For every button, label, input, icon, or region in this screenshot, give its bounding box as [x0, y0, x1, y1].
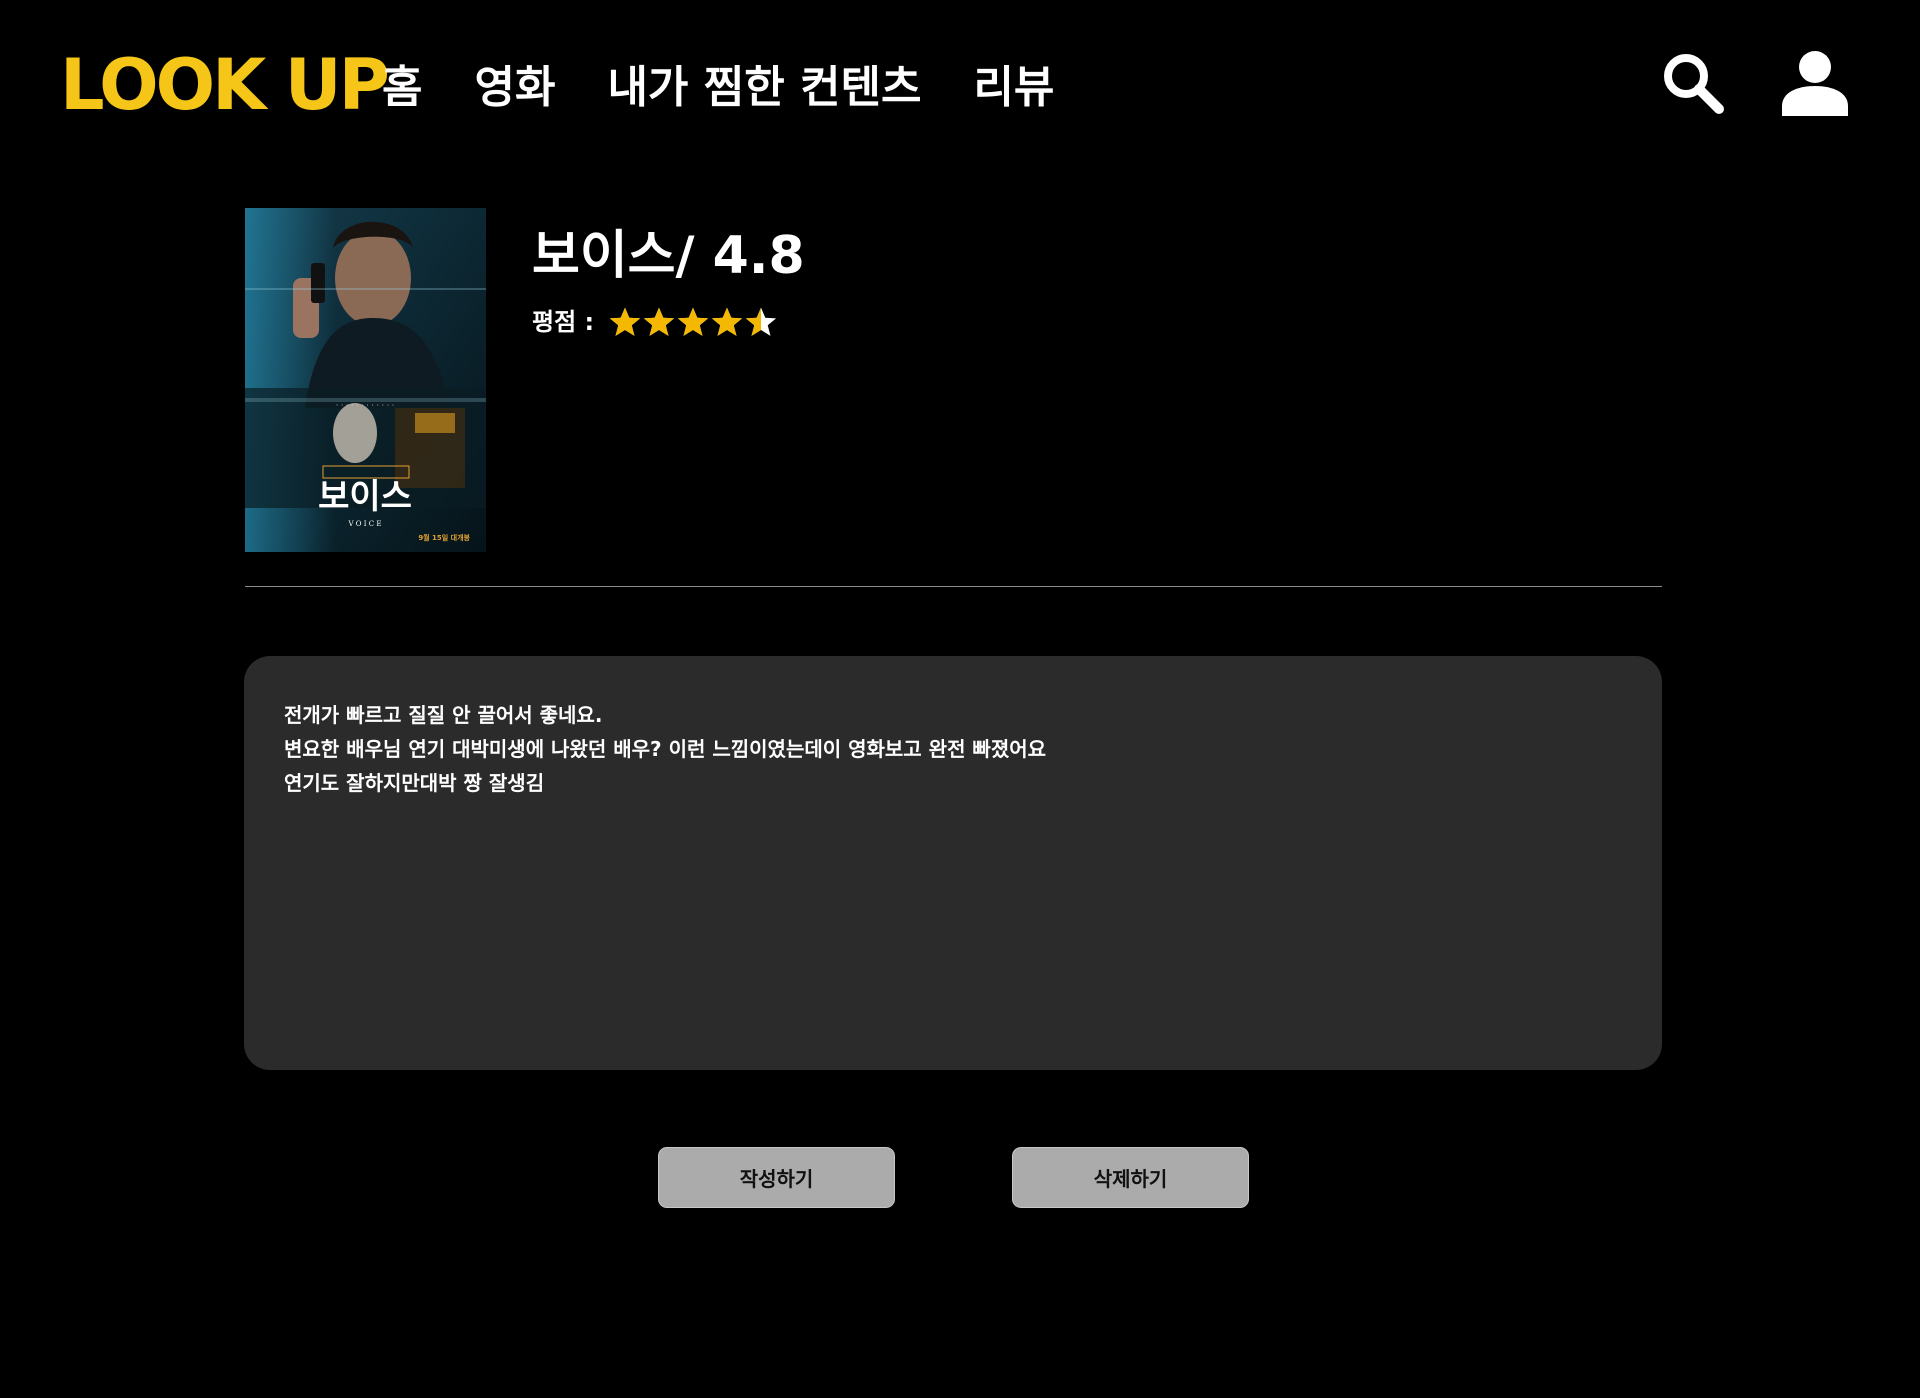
- star-icon: [746, 307, 777, 336]
- poster-title: 보이스: [318, 477, 412, 517]
- nav-reviews[interactable]: 리뷰: [973, 58, 1054, 118]
- nav-home[interactable]: 홈: [382, 58, 422, 118]
- star-icon: [610, 307, 641, 336]
- rating-row: 평점 :: [532, 302, 778, 342]
- profile-button[interactable]: [1780, 50, 1850, 116]
- write-button[interactable]: 작성하기: [658, 1147, 895, 1208]
- star-icon: [644, 307, 675, 336]
- delete-button[interactable]: 삭제하기: [1012, 1147, 1249, 1208]
- review-line-1: 전개가 빠르고 질질 안 끌어서 좋네요.: [284, 703, 603, 727]
- review-line-2: 변요한 배우님 연기 대박미생에 나왔던 배우? 이런 느낌이였는데이 영화보고…: [284, 737, 1047, 761]
- star-icon: [712, 307, 743, 336]
- main-nav: 홈 영화 내가 찜한 컨텐츠 리뷰: [382, 58, 1054, 118]
- poster-subtitle: V O I C E: [348, 520, 382, 528]
- review-content-box[interactable]: 전개가 빠르고 질질 안 끌어서 좋네요. 변요한 배우님 연기 대박미생에 나…: [244, 656, 1662, 1070]
- rating-label: 평점 :: [532, 308, 595, 336]
- nav-my-list[interactable]: 내가 찜한 컨텐츠: [607, 58, 921, 118]
- movie-title: 보이스/ 4.8: [532, 226, 805, 286]
- svg-text:· · · · · · · · · · · ·: · · · · · · · · · · · ·: [336, 401, 395, 410]
- search-icon: [1664, 54, 1724, 114]
- star-icon: [678, 307, 709, 336]
- poster-image: · · · · · · · · · · · · 보이스 V O I C E 9월…: [245, 208, 486, 552]
- divider: [245, 586, 1662, 587]
- star-rating: [608, 306, 778, 338]
- review-line-3: 연기도 잘하지만대박 짱 잘생김: [284, 771, 545, 795]
- user-icon: [1782, 51, 1848, 116]
- poster-release: 9월 15일 대개봉: [418, 533, 470, 542]
- movie-poster: · · · · · · · · · · · · 보이스 V O I C E 9월…: [245, 208, 486, 552]
- logo[interactable]: LOOK UP: [60, 50, 390, 120]
- nav-movies[interactable]: 영화: [474, 58, 555, 118]
- search-button[interactable]: [1661, 51, 1725, 115]
